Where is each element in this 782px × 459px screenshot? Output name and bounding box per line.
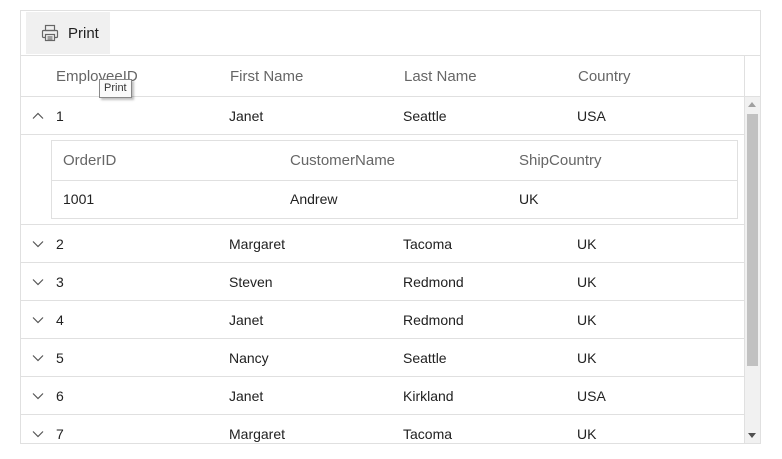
header-scroll-spacer [744, 56, 760, 97]
chevron-down-icon[interactable] [31, 313, 45, 327]
cell-country: UK [577, 236, 597, 252]
chevron-up-icon[interactable] [31, 109, 45, 123]
grid-content: 1 Janet Seattle USA OrderID CustomerName… [21, 97, 744, 443]
detail-row: OrderID CustomerName ShipCountry 1001 An… [21, 135, 744, 225]
print-button-label: Print [68, 24, 99, 42]
vertical-scrollbar[interactable] [744, 97, 760, 443]
table-row[interactable]: 7 Margaret Tacoma UK [21, 415, 744, 443]
table-row[interactable]: 2 Margaret Tacoma UK [21, 225, 744, 263]
table-row[interactable]: 5 Nancy Seattle UK [21, 339, 744, 377]
child-cell-orderid: 1001 [63, 191, 95, 207]
table-row[interactable]: 3 Steven Redmond UK [21, 263, 744, 301]
child-cell-customername: Andrew [290, 191, 338, 207]
chevron-down-icon[interactable] [31, 237, 45, 251]
scroll-up-arrow-icon[interactable] [748, 102, 756, 107]
cell-employeeid: 5 [56, 350, 64, 366]
cell-last-name: Redmond [403, 274, 464, 290]
table-row[interactable]: 1 Janet Seattle USA [21, 97, 744, 135]
scrollbar-thumb[interactable] [747, 114, 758, 366]
chevron-down-icon[interactable] [31, 427, 45, 441]
cell-employeeid: 3 [56, 274, 64, 290]
header-last-name[interactable]: Last Name [404, 56, 477, 96]
cell-first-name: Janet [229, 312, 264, 328]
cell-last-name: Tacoma [403, 236, 453, 252]
cell-country: USA [577, 108, 606, 124]
cell-first-name: Steven [229, 274, 273, 290]
cell-country: UK [577, 312, 597, 328]
cell-last-name: Tacoma [403, 426, 453, 442]
child-header-orderid[interactable]: OrderID [63, 141, 116, 181]
grid-toolbar: Print [21, 11, 760, 56]
header-country[interactable]: Country [578, 56, 631, 96]
child-cell-shipcountry: UK [519, 191, 539, 207]
cell-employeeid: 4 [56, 312, 64, 328]
printer-icon [40, 23, 60, 43]
cell-country: UK [577, 426, 597, 442]
cell-country: UK [577, 350, 597, 366]
scroll-down-arrow-icon[interactable] [748, 433, 756, 438]
cell-first-name: Margaret [229, 236, 286, 252]
cell-last-name: Seattle [403, 350, 447, 366]
chevron-down-icon[interactable] [31, 351, 45, 365]
cell-first-name: Janet [229, 108, 264, 124]
cell-last-name: Redmond [403, 312, 464, 328]
cell-country: USA [577, 388, 606, 404]
employee-grid: Print EmployeeID First Name Last Name Co… [20, 10, 761, 444]
cell-employeeid: 6 [56, 388, 64, 404]
cell-employeeid: 1 [56, 108, 64, 124]
cell-first-name: Margaret [229, 426, 286, 442]
print-tooltip: Print [99, 79, 132, 98]
header-first-name[interactable]: First Name [230, 56, 303, 96]
child-grid: OrderID CustomerName ShipCountry 1001 An… [51, 140, 738, 219]
chevron-down-icon[interactable] [31, 275, 45, 289]
table-row[interactable]: 6 Janet Kirkland USA [21, 377, 744, 415]
chevron-down-icon[interactable] [31, 389, 45, 403]
table-row[interactable]: 4 Janet Redmond UK [21, 301, 744, 339]
cell-first-name: Janet [229, 388, 264, 404]
cell-first-name: Nancy [229, 350, 269, 366]
cell-employeeid: 7 [56, 426, 64, 442]
child-header-shipcountry[interactable]: ShipCountry [519, 141, 602, 181]
print-button[interactable]: Print [26, 12, 110, 54]
cell-employeeid: 2 [56, 236, 64, 252]
cell-last-name: Kirkland [403, 388, 454, 404]
cell-last-name: Seattle [403, 108, 447, 124]
child-grid-header: OrderID CustomerName ShipCountry [52, 141, 737, 181]
child-header-customername[interactable]: CustomerName [290, 141, 395, 181]
cell-country: UK [577, 274, 597, 290]
